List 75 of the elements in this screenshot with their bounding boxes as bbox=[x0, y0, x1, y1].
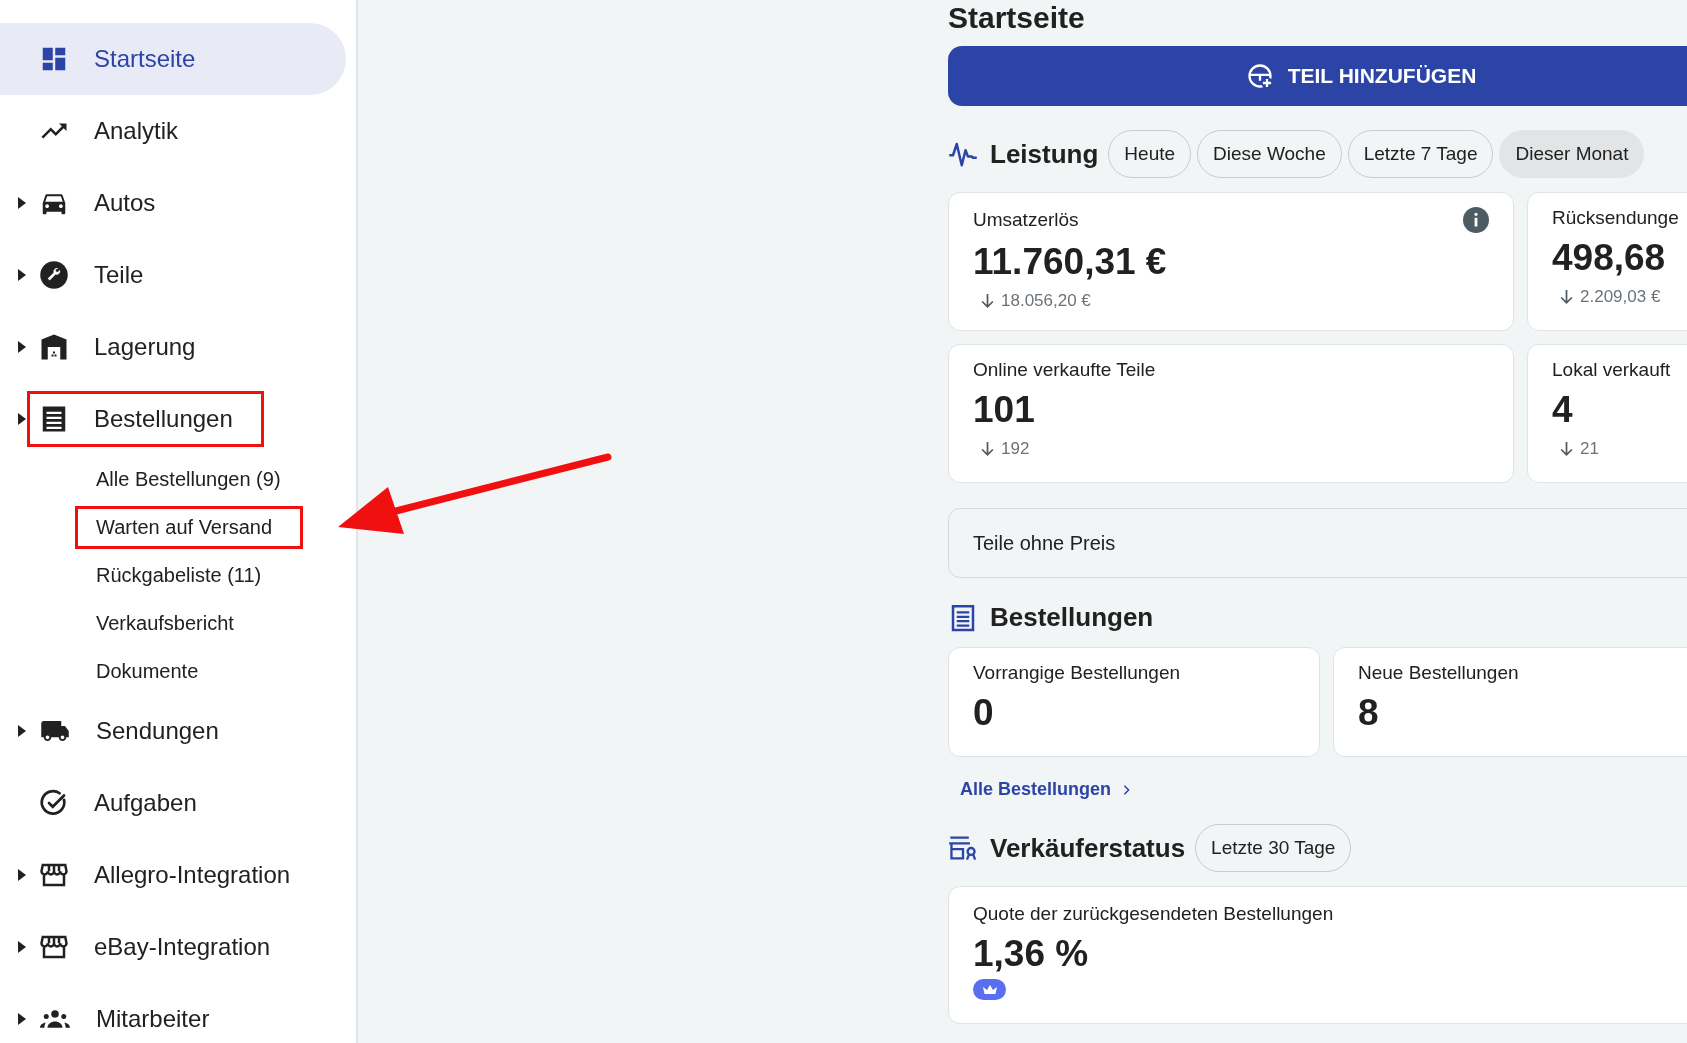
section-title: Verkäuferstatus bbox=[990, 832, 1186, 864]
order-stat-card[interactable]: Neue Bestellungen 8 bbox=[1333, 647, 1687, 757]
nav-label: Startseite bbox=[94, 45, 196, 73]
nav-item[interactable]: Autos bbox=[0, 167, 346, 239]
caret-icon bbox=[18, 269, 26, 281]
nav-item[interactable]: Aufgaben bbox=[0, 767, 346, 839]
arrow-down-icon bbox=[1560, 441, 1573, 457]
nav-label: Analytik bbox=[94, 117, 179, 145]
sub-nav-item[interactable]: Warten auf Versand bbox=[75, 505, 304, 549]
nav-item[interactable]: Lagerung bbox=[0, 311, 346, 383]
nav-item[interactable]: eBay-Integration bbox=[0, 911, 346, 983]
panel-label: Teile ohne Preis bbox=[973, 531, 1116, 555]
nav-item[interactable]: Analytik bbox=[0, 95, 346, 167]
nav-item[interactable]: Bestellungen bbox=[0, 383, 346, 455]
caret-icon bbox=[18, 341, 26, 353]
garage-icon bbox=[39, 332, 69, 362]
arrow-down-icon bbox=[1560, 289, 1573, 305]
metric-label: Vorrangige Bestellungen bbox=[973, 662, 1181, 683]
metric-value: 1,36 % bbox=[973, 933, 1090, 975]
all-orders-link[interactable]: Alle Bestellungen bbox=[960, 779, 1131, 800]
store-badge-icon bbox=[948, 834, 978, 862]
previous-value: 18.056,20 € bbox=[1001, 291, 1091, 311]
caret-icon bbox=[18, 725, 26, 737]
nav-label: Autos bbox=[94, 189, 156, 217]
metric-value: 8 bbox=[1358, 692, 1380, 734]
nav-label: Sendungen bbox=[96, 717, 219, 745]
metric-label: Rücksendunge bbox=[1552, 207, 1679, 229]
previous-value: 21 bbox=[1580, 439, 1599, 459]
metric-label: Lokal verkauft bbox=[1552, 359, 1671, 381]
order-stat-card[interactable]: Vorrangige Bestellungen 0 bbox=[948, 647, 1320, 757]
caret-icon bbox=[18, 197, 26, 209]
caret-icon bbox=[18, 1013, 26, 1025]
section-title: Leistung bbox=[990, 138, 1099, 170]
metric-label: Quote der zurückgesendeten Bestellungen bbox=[973, 903, 1334, 924]
metric-value: 101 bbox=[973, 389, 1036, 431]
section-title: Bestellungen bbox=[990, 602, 1154, 633]
nav-item[interactable]: Teile bbox=[0, 239, 346, 311]
metric-label: Umsatzerlös bbox=[973, 209, 1079, 231]
sub-nav-item[interactable]: Dokumente bbox=[75, 649, 230, 693]
wrench-icon bbox=[39, 260, 69, 290]
sub-nav-item[interactable]: Alle Bestellungen (9) bbox=[75, 457, 312, 501]
nav-item[interactable]: Sendungen bbox=[0, 695, 346, 767]
sub-nav-item[interactable]: Verkaufsbericht bbox=[75, 601, 265, 645]
metric-value: 11.760,31 € bbox=[973, 241, 1168, 283]
caret-icon bbox=[18, 413, 26, 425]
nav-label: Lagerung bbox=[94, 333, 196, 361]
previous-value: 192 bbox=[1001, 439, 1030, 459]
metric-label: Neue Bestellungen bbox=[1358, 662, 1519, 683]
metric-value: 498,68 bbox=[1552, 237, 1667, 279]
nav-label: Allegro-Integration bbox=[94, 861, 291, 889]
metric-value: 0 bbox=[973, 692, 995, 734]
nav-item[interactable]: Mitarbeiter bbox=[0, 983, 346, 1043]
sub-nav-item[interactable]: Rückgabeliste (11) bbox=[75, 553, 293, 597]
add-part-button[interactable]: TEIL HINZUFÜGEN bbox=[948, 46, 1687, 106]
previous-value: 2.209,03 € bbox=[1580, 287, 1661, 307]
period-chip[interactable]: Dieser Monat bbox=[1499, 130, 1645, 178]
unpriced-parts-panel[interactable]: Teile ohne Preis bbox=[948, 508, 1687, 578]
info-icon[interactable] bbox=[1463, 207, 1489, 233]
steering-wheel-plus-icon bbox=[1245, 62, 1274, 90]
nav-item[interactable]: Startseite bbox=[0, 23, 346, 95]
chevron-right-icon bbox=[1123, 784, 1131, 795]
nav-label: eBay-Integration bbox=[94, 933, 271, 961]
caret-icon bbox=[18, 941, 26, 953]
check-circle-icon bbox=[39, 788, 69, 818]
nav-label: Aufgaben bbox=[94, 789, 197, 817]
nav-item[interactable]: Allegro-Integration bbox=[0, 839, 346, 911]
arrow-down-icon bbox=[981, 441, 994, 457]
metric-label: Online verkaufte Teile bbox=[973, 359, 1156, 381]
nav-label: Teile bbox=[94, 261, 144, 289]
page-title: Startseite bbox=[948, 0, 1086, 36]
arrow-down-icon bbox=[981, 293, 994, 309]
metric-value: 4 bbox=[1552, 389, 1574, 431]
nav-label: Mitarbeiter bbox=[96, 1005, 210, 1033]
nav-label: Bestellungen bbox=[94, 405, 233, 433]
caret-icon bbox=[18, 869, 26, 881]
